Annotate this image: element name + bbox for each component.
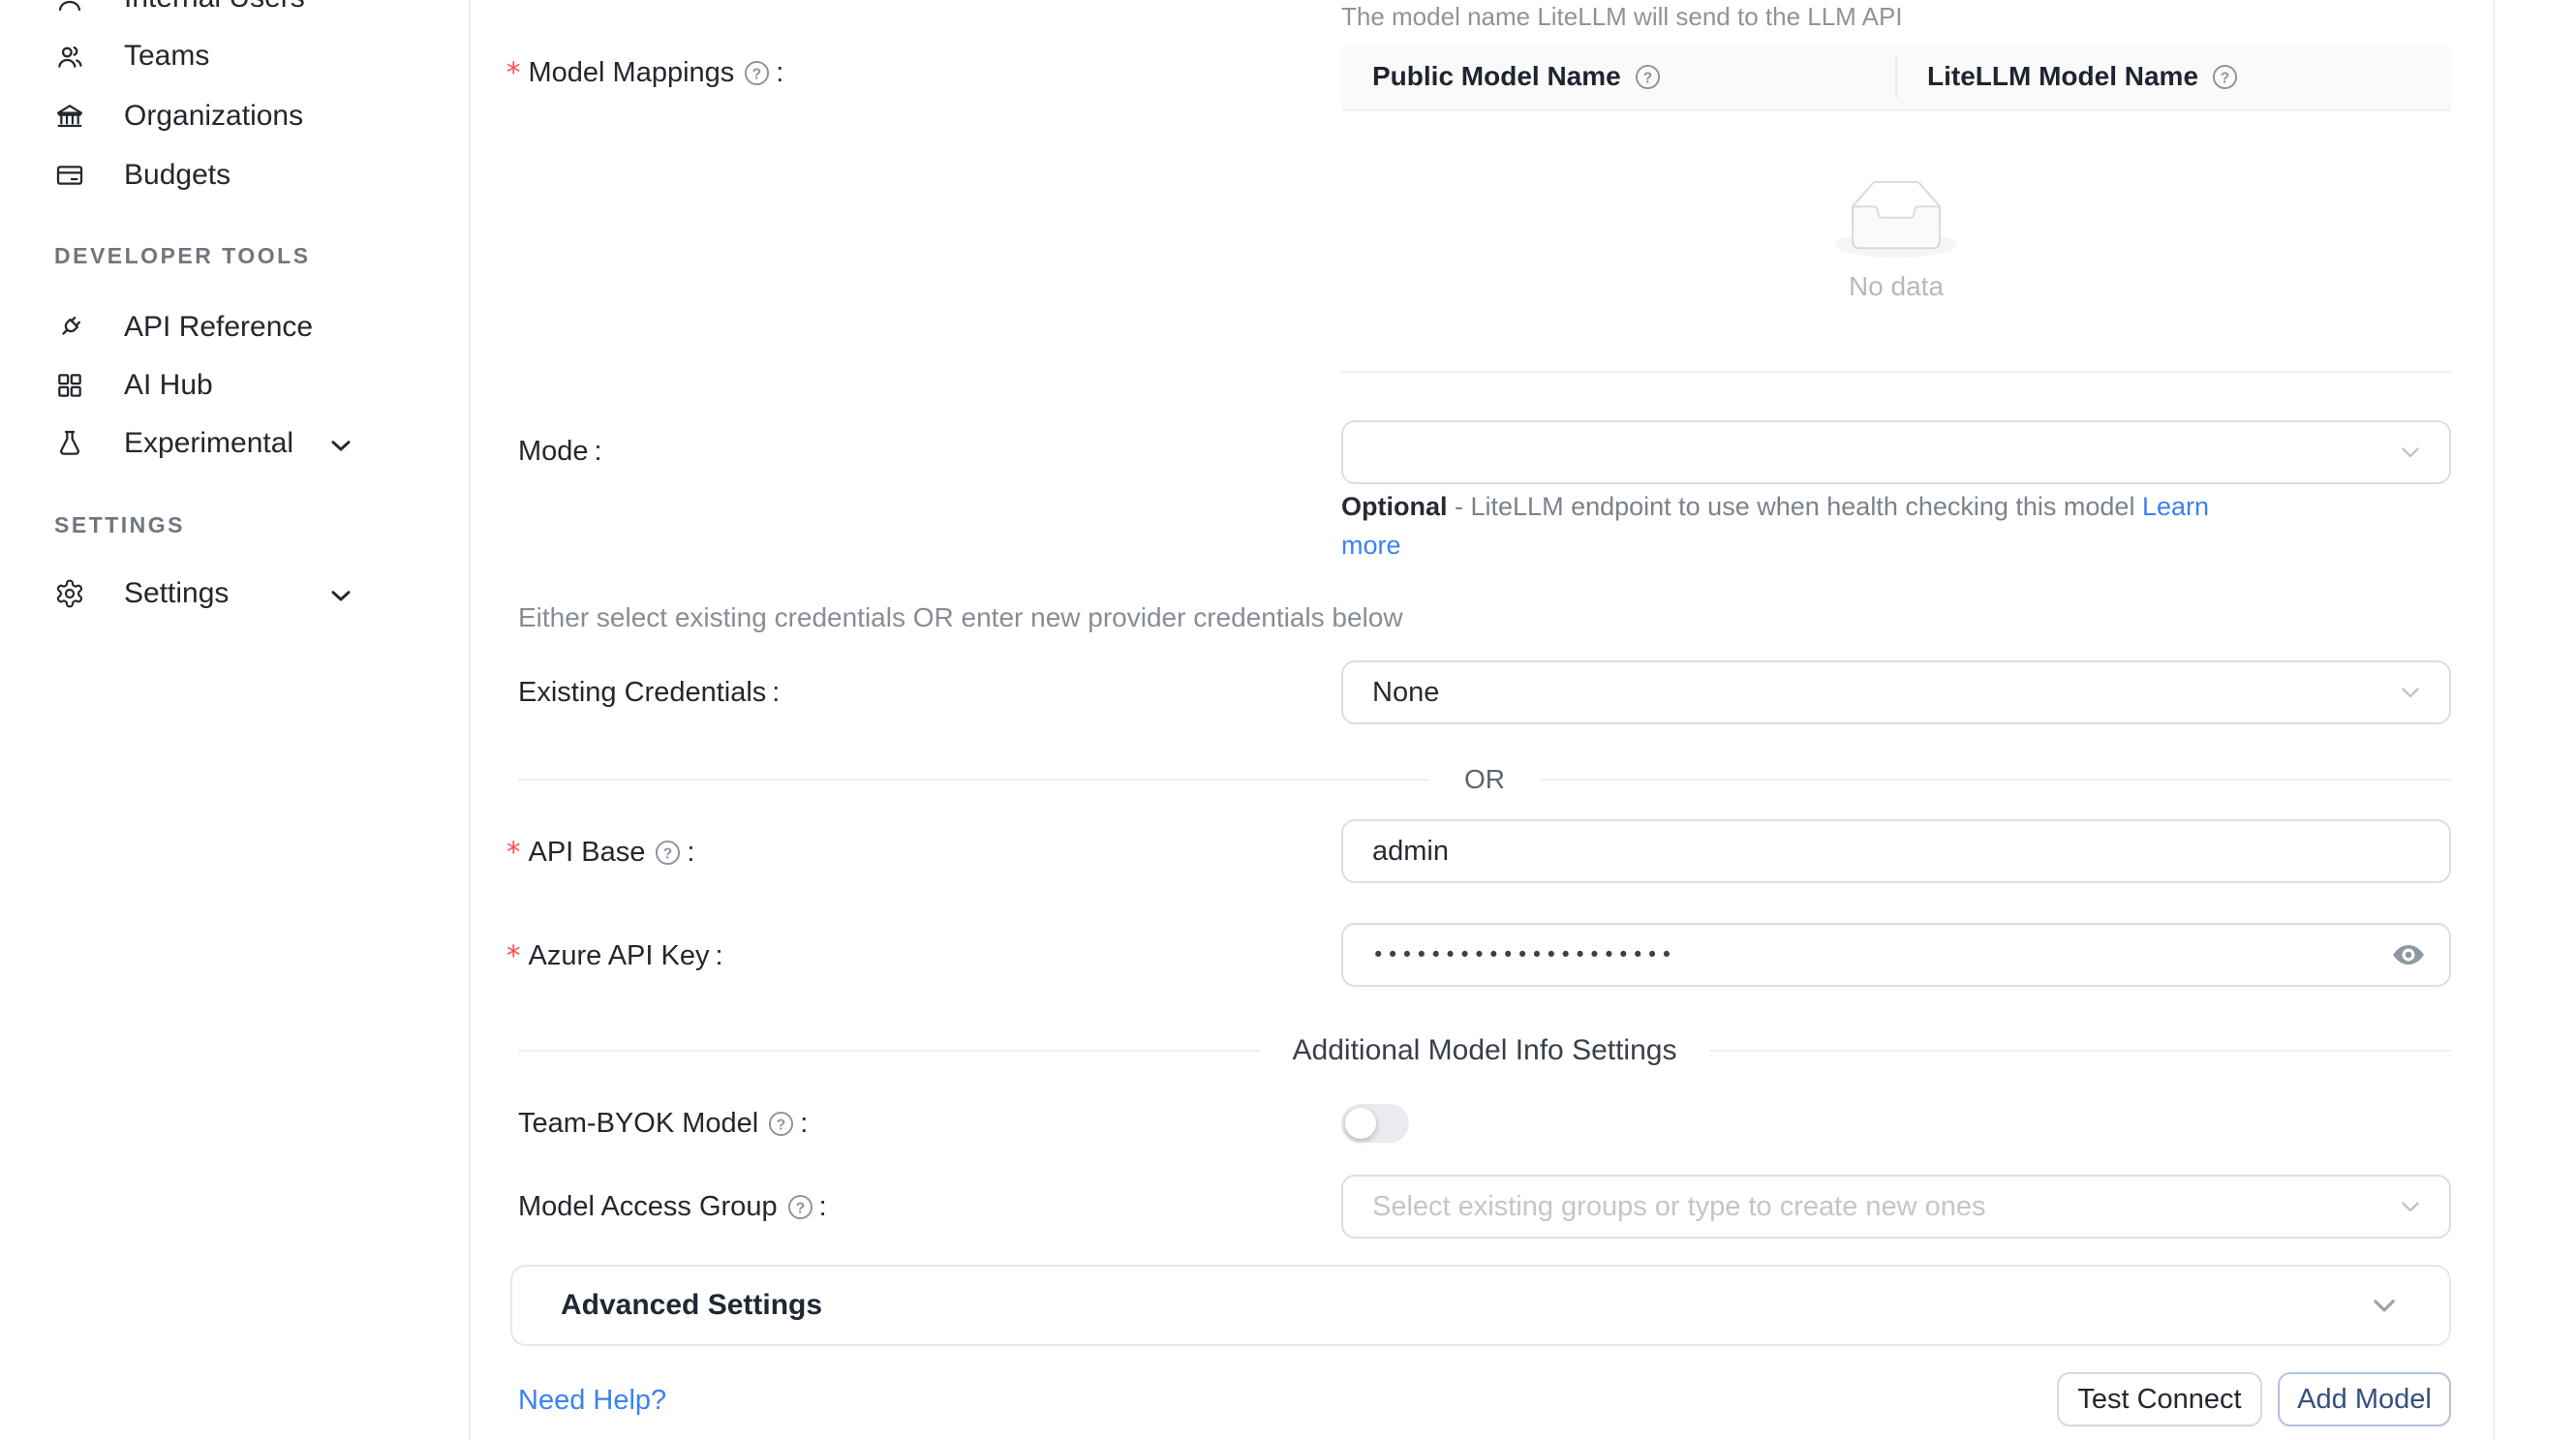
help-circle-icon[interactable]: ? xyxy=(744,60,770,86)
learn-more-link[interactable]: Learn xyxy=(2142,492,2209,521)
chevron-down-icon xyxy=(325,580,356,611)
additional-info-divider: Additional Model Info Settings xyxy=(518,1035,2451,1066)
masked-password-value: ••••••••••••••••••••• xyxy=(1372,943,1675,966)
api-base-input[interactable] xyxy=(1372,836,2420,868)
or-divider-text: OR xyxy=(1429,764,1540,795)
svg-text:?: ? xyxy=(777,1117,785,1133)
no-data-text: No data xyxy=(1849,271,1944,302)
empty-inbox-icon xyxy=(1835,180,1957,258)
teams-icon xyxy=(54,41,85,72)
azure-api-key-input[interactable]: ••••••••••••••••••••• xyxy=(1341,923,2451,987)
litellm-model-name-help: The model name LiteLLM will send to the … xyxy=(1341,2,1903,32)
model-access-group-select[interactable]: Select existing groups or type to create… xyxy=(1341,1175,2451,1239)
sidebar-item-budgets[interactable]: Budgets xyxy=(0,146,455,204)
model-access-group-label: Model Access Group ? : xyxy=(518,1191,827,1223)
help-circle-icon[interactable]: ? xyxy=(787,1194,813,1220)
table-header-row: Public Model Name ? LiteLLM Model Name ? xyxy=(1341,44,2451,111)
help-circle-icon[interactable]: ? xyxy=(655,840,681,866)
advanced-settings-title: Advanced Settings xyxy=(561,1289,822,1322)
model-mappings-table: Public Model Name ? LiteLLM Model Name ?… xyxy=(1341,44,2451,373)
credit-card-icon xyxy=(54,160,85,191)
team-byok-toggle[interactable] xyxy=(1341,1104,1409,1143)
svg-text:?: ? xyxy=(1643,70,1652,86)
plug-icon xyxy=(54,312,85,343)
sidebar-section-settings: SETTINGS xyxy=(54,510,185,539)
sidebar-item-label: AI Hub xyxy=(124,369,213,402)
user-icon xyxy=(54,0,85,14)
svg-text:?: ? xyxy=(663,845,672,862)
selected-value: None xyxy=(1372,677,1439,709)
svg-text:?: ? xyxy=(752,66,761,82)
add-model-button[interactable]: Add Model xyxy=(2278,1372,2451,1426)
gear-icon xyxy=(54,578,85,609)
model-mappings-label: * Model Mappings ? : xyxy=(506,56,783,89)
help-circle-icon[interactable]: ? xyxy=(1635,64,1661,90)
mode-select[interactable] xyxy=(1341,420,2451,484)
chevron-down-icon xyxy=(2397,1193,2424,1220)
grid-icon xyxy=(54,370,85,401)
chevron-down-icon xyxy=(325,430,356,461)
chevron-down-icon xyxy=(2397,679,2424,706)
api-base-input-wrap xyxy=(1341,819,2451,883)
content-right-border xyxy=(2493,0,2495,1440)
api-base-label: * API Base ? : xyxy=(506,836,694,869)
sidebar-item-label: Organizations xyxy=(124,100,303,133)
or-divider: OR xyxy=(518,765,2451,794)
required-mark: * xyxy=(506,939,521,972)
mode-label: Mode : xyxy=(518,436,602,468)
sidebar-item-api-reference[interactable]: API Reference xyxy=(0,298,455,356)
existing-credentials-select[interactable]: None xyxy=(1341,660,2451,724)
svg-text:?: ? xyxy=(795,1200,804,1216)
mode-help-text: Optional - LiteLLM endpoint to use when … xyxy=(1341,487,2209,565)
advanced-settings-panel[interactable]: Advanced Settings xyxy=(510,1265,2451,1346)
sidebar-item-label: Settings xyxy=(124,577,229,610)
chevron-down-icon xyxy=(2397,439,2424,466)
sidebar-item-label: API Reference xyxy=(124,311,313,344)
help-circle-icon[interactable]: ? xyxy=(2212,64,2238,90)
bank-icon xyxy=(54,101,85,132)
chevron-down-icon xyxy=(2368,1289,2401,1322)
additional-info-divider-text: Additional Model Info Settings xyxy=(1260,1034,1710,1067)
learn-more-link[interactable]: more xyxy=(1341,531,1401,560)
required-mark: * xyxy=(506,56,521,89)
sidebar-item-teams[interactable]: Teams xyxy=(0,27,455,85)
sidebar-item-internal-users[interactable]: Internal Users xyxy=(0,0,455,27)
help-circle-icon[interactable]: ? xyxy=(768,1111,794,1137)
table-empty-state: No data xyxy=(1341,111,2451,373)
azure-api-key-label: * Azure API Key : xyxy=(506,939,723,972)
sidebar-item-settings[interactable]: Settings xyxy=(0,565,455,623)
sidebar-item-experimental[interactable]: Experimental xyxy=(0,414,455,473)
sidebar: Internal Users Teams Organizations Budge… xyxy=(0,0,471,1440)
column-header-litellm-model-name: LiteLLM Model Name ? xyxy=(1896,44,2451,109)
need-help-link[interactable]: Need Help? xyxy=(518,1385,666,1417)
sidebar-item-label: Internal Users xyxy=(124,0,305,15)
eye-icon[interactable] xyxy=(2391,937,2426,972)
flask-icon xyxy=(54,428,85,459)
column-divider xyxy=(1895,56,1897,99)
sidebar-section-developer-tools: DEVELOPER TOOLS xyxy=(54,241,311,270)
required-mark: * xyxy=(506,836,521,869)
toggle-knob xyxy=(1345,1108,1376,1139)
credentials-note: Either select existing credentials OR en… xyxy=(518,602,1403,633)
sidebar-item-label: Budgets xyxy=(124,159,230,192)
sidebar-item-label: Experimental xyxy=(124,427,293,460)
team-byok-label: Team-BYOK Model ? : xyxy=(518,1108,808,1140)
test-connect-button[interactable]: Test Connect xyxy=(2057,1372,2262,1426)
svg-text:?: ? xyxy=(2221,70,2229,86)
sidebar-item-ai-hub[interactable]: AI Hub xyxy=(0,356,455,414)
sidebar-item-organizations[interactable]: Organizations xyxy=(0,87,455,145)
existing-credentials-label: Existing Credentials : xyxy=(518,677,780,709)
sidebar-item-label: Teams xyxy=(124,40,209,73)
column-header-public-model-name: Public Model Name ? xyxy=(1341,44,1896,109)
select-placeholder: Select existing groups or type to create… xyxy=(1372,1191,1986,1223)
